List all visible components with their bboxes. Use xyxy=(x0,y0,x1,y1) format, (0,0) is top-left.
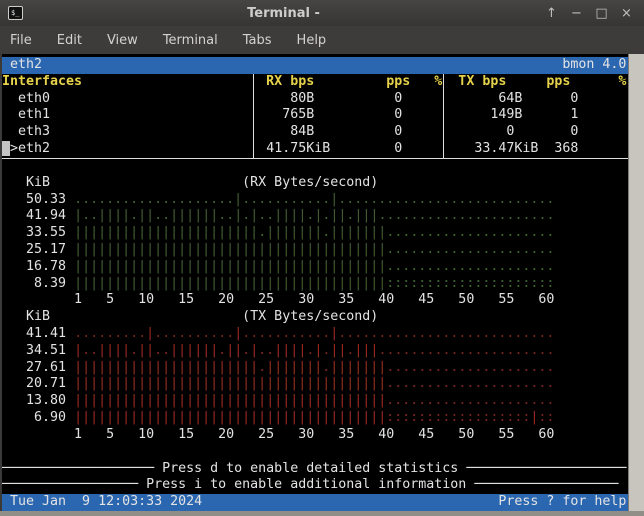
graph-row: 50.33 ....................|...........|.… xyxy=(2,192,628,209)
window-title: Terminal - xyxy=(23,6,544,21)
interface-row-eth1: eth1 765B 0 149B 1 xyxy=(2,107,628,124)
graph-x-axis: 1 5 10 15 20 25 30 35 40 45 50 55 60 xyxy=(2,427,628,444)
menu-item-view[interactable]: View xyxy=(107,33,138,48)
titlebar[interactable]: $_ Terminal - ↑ − □ × xyxy=(0,0,644,26)
graph-row: 41.94 |..||||.||..||||||..|.|..||||.|.||… xyxy=(2,208,628,225)
terminal-row xyxy=(2,444,628,461)
menu-item-tabs[interactable]: Tabs xyxy=(243,33,272,48)
table-column-separator xyxy=(253,74,254,158)
menu-item-terminal[interactable]: Terminal xyxy=(163,33,218,48)
graph-x-axis: 1 5 10 15 20 25 30 35 40 45 50 55 60 xyxy=(2,292,628,309)
hint-message: ───────────────── Press i to enable addi… xyxy=(2,477,628,494)
menu-item-file[interactable]: File xyxy=(10,33,32,48)
graph-row: 8.39 |||||||||||||||||||||||||||||||||||… xyxy=(2,276,628,293)
maximize-button[interactable]: □ xyxy=(594,6,609,21)
scrollbar[interactable] xyxy=(628,54,644,511)
table-column-separator xyxy=(443,74,444,158)
graph-row: 41.41 .........|..........|...........|.… xyxy=(2,326,628,343)
graph-title: KiB (TX Bytes/second) xyxy=(2,309,628,326)
graph-row: 16.78 ||||||||||||||||||||||||||||||||||… xyxy=(2,259,628,276)
graph-row: 33.55 |||||||||||||||||||||||.|||||||.||… xyxy=(2,225,628,242)
graph-row: 27.61 |||||||||||||||||||||||.|||||||.||… xyxy=(2,360,628,377)
interface-row-eth3: eth3 84B 0 0 0 xyxy=(2,124,628,141)
graph-row: 6.90 |||||||||||||||||||||||||||||||||||… xyxy=(2,410,628,427)
minimize-button[interactable]: − xyxy=(569,6,584,21)
graph-row: 20.71 ||||||||||||||||||||||||||||||||||… xyxy=(2,376,628,393)
terminal-window: { "window": { "title": "Terminal -", "me… xyxy=(0,0,644,516)
terminal-row xyxy=(2,158,628,175)
interface-row-eth0: eth0 80B 0 64B 0 xyxy=(2,91,628,108)
menu-item-edit[interactable]: Edit xyxy=(57,33,82,48)
window-buttons: ↑ − □ × xyxy=(544,6,634,21)
close-button[interactable]: × xyxy=(619,6,634,21)
table-bottom-rule xyxy=(2,158,628,159)
terminal-screen: eth2 bmon 4.0Interfaces RX bps pps % TX … xyxy=(2,54,628,514)
interface-table-header: Interfaces RX bps pps % TX bps pps % xyxy=(2,74,628,91)
graph-row: 34.51 |..||||.||..||||||.||.|..||||.|.||… xyxy=(2,343,628,360)
terminal-icon: $_ xyxy=(8,6,23,20)
interface-row-eth2: >eth2 41.75KiB 0 33.47KiB 368 xyxy=(2,141,628,158)
shade-button[interactable]: ↑ xyxy=(544,6,559,21)
hint-message: ─────────────────── Press d to enable de… xyxy=(2,461,628,478)
menubar: File Edit View Terminal Tabs Help xyxy=(0,26,644,54)
menu-item-help[interactable]: Help xyxy=(297,33,327,48)
window-bottom-border xyxy=(0,511,644,516)
graph-title: KiB (RX Bytes/second) xyxy=(2,175,628,192)
bmon-status-bar: Tue Jan 9 12:03:33 2024 Press ? for help xyxy=(2,494,628,511)
graph-row: 13.80 ||||||||||||||||||||||||||||||||||… xyxy=(2,393,628,410)
bmon-title-bar: eth2 bmon 4.0 xyxy=(2,57,628,74)
graph-row: 25.17 ||||||||||||||||||||||||||||||||||… xyxy=(2,242,628,259)
